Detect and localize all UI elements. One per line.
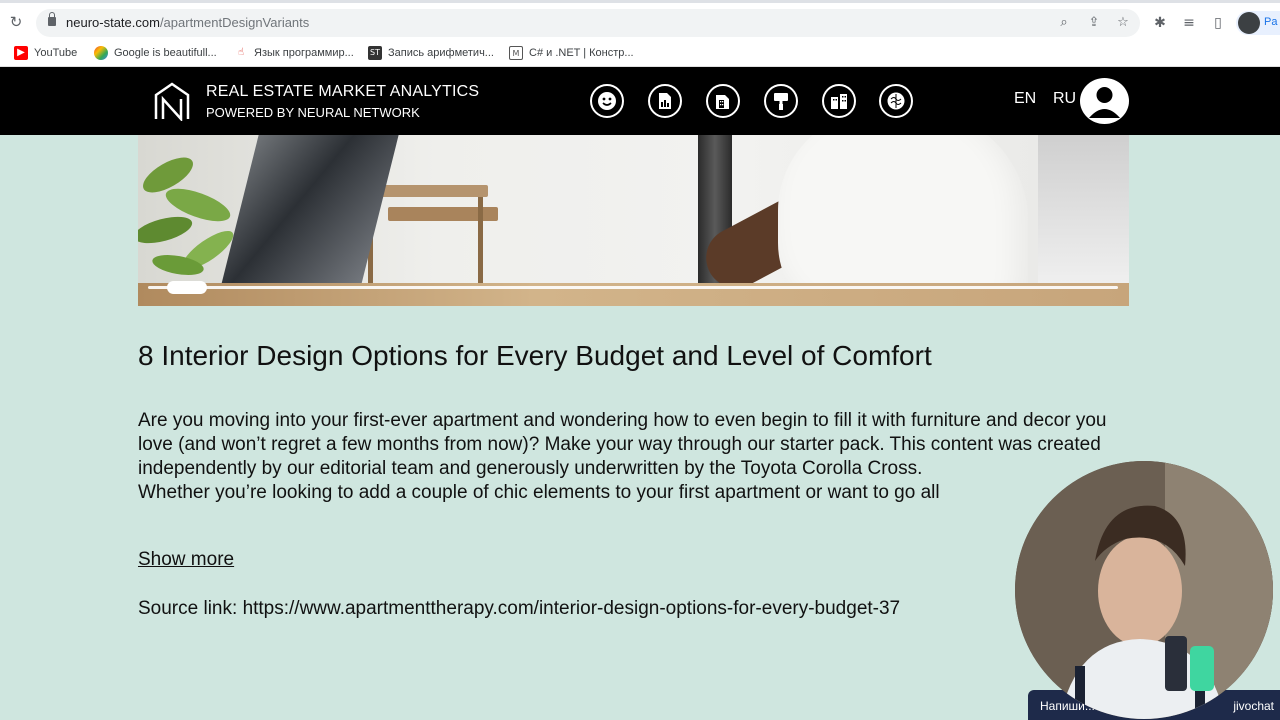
site-header: REAL ESTATE MARKET ANALYTICS POWERED BY … [0, 67, 1280, 135]
lang-en-button[interactable]: EN [1014, 90, 1036, 108]
nav-paint-roller-button[interactable] [764, 84, 798, 118]
share-icon[interactable]: ⇪ [1085, 14, 1103, 32]
source-url[interactable]: https://www.apartmenttherapy.com/interio… [243, 598, 901, 619]
user-icon [1089, 87, 1120, 118]
carousel-thumb[interactable] [166, 281, 207, 294]
article-paragraph: Are you moving into your first-ever apar… [138, 410, 1107, 479]
youtube-icon: ▶ [14, 46, 28, 60]
hero-person [778, 135, 1028, 306]
brand-subtitle: POWERED BY NEURAL NETWORK [206, 105, 420, 120]
article-paragraph: Whether you’re looking to add a couple o… [138, 482, 940, 503]
presenter-video [1015, 461, 1273, 719]
article-title: 8 Interior Design Options for Every Budg… [138, 340, 932, 371]
bookmark-arithmetic[interactable]: ST Запись арифметич... [368, 43, 494, 63]
nav-smiley-button[interactable] [590, 84, 624, 118]
google-icon [94, 46, 108, 60]
show-more-link[interactable]: Show more [138, 549, 234, 571]
bookmark-csharp[interactable]: M C# и .NET | Констр... [509, 43, 634, 63]
profile-avatar [1238, 12, 1260, 34]
hand-cursor-icon: ☝ [237, 47, 245, 58]
mail-icon: M [509, 46, 523, 60]
side-panel-icon[interactable]: ▯ [1208, 13, 1228, 33]
bookmark-label: Запись арифметич... [388, 47, 494, 59]
lock-icon[interactable] [48, 12, 56, 26]
hero-window [1038, 135, 1129, 306]
bookmark-label: YouTube [34, 47, 78, 59]
city-icon [831, 94, 847, 109]
source-link[interactable]: Source link: https://www.apartmenttherap… [138, 598, 1018, 620]
paint-roller-icon [774, 93, 788, 110]
user-account-button[interactable] [1080, 78, 1129, 124]
reload-icon[interactable]: ↻ [6, 12, 26, 32]
brand-title: REAL ESTATE MARKET ANALYTICS [206, 83, 480, 100]
nav-city-button[interactable] [822, 84, 856, 118]
bookmarks-bar: ▶ YouTube Google is beautifull... ☝ Язык… [0, 40, 1280, 67]
nav-building-doc-button[interactable] [706, 84, 740, 118]
extensions-icon[interactable]: ✱ [1150, 13, 1170, 33]
st-icon: ST [368, 46, 382, 60]
article-excerpt: Are you moving into your first-ever apar… [138, 409, 1138, 529]
lang-ru-button[interactable]: RU [1053, 90, 1076, 108]
bookmark-youtube[interactable]: ▶ YouTube [14, 43, 77, 63]
bookmark-programming[interactable]: ☝ Язык программир... [234, 43, 354, 63]
browser-toolbar: ↻ neuro-state.com/apartmentDesignVariant… [0, 0, 1280, 40]
document-chart-icon [659, 93, 671, 109]
bookmark-label: Язык программир... [254, 47, 354, 59]
nav-document-chart-button[interactable] [648, 84, 682, 118]
building-doc-icon [716, 95, 729, 109]
bookmark-label: Google is beautifull... [114, 47, 217, 59]
source-label: Source link: [138, 598, 238, 619]
chat-brand: jivochat [1233, 699, 1274, 713]
zoom-icon[interactable]: ⌕ [1055, 14, 1073, 32]
brain-icon [887, 92, 905, 110]
reading-list-icon[interactable]: ≡ [1179, 13, 1199, 33]
bookmark-google[interactable]: Google is beautifull... [94, 43, 217, 63]
url-text[interactable]: neuro-state.com/apartmentDesignVariants [66, 15, 309, 30]
hero-stool-leg [478, 197, 483, 287]
profile-label: Pa [1264, 16, 1278, 28]
address-bar[interactable]: neuro-state.com/apartmentDesignVariants … [36, 9, 1140, 37]
smiley-icon [598, 92, 616, 110]
bookmark-star-icon[interactable]: ☆ [1114, 14, 1132, 32]
carousel-track[interactable] [148, 286, 1118, 289]
house-n-logo-icon[interactable] [153, 81, 191, 121]
hero-image-carousel[interactable] [138, 135, 1129, 306]
webcam-overlay [1015, 461, 1273, 719]
nav-brain-button[interactable] [879, 84, 913, 118]
profile-button[interactable]: Pa [1236, 11, 1280, 35]
bookmark-label: C# и .NET | Констр... [529, 47, 634, 59]
